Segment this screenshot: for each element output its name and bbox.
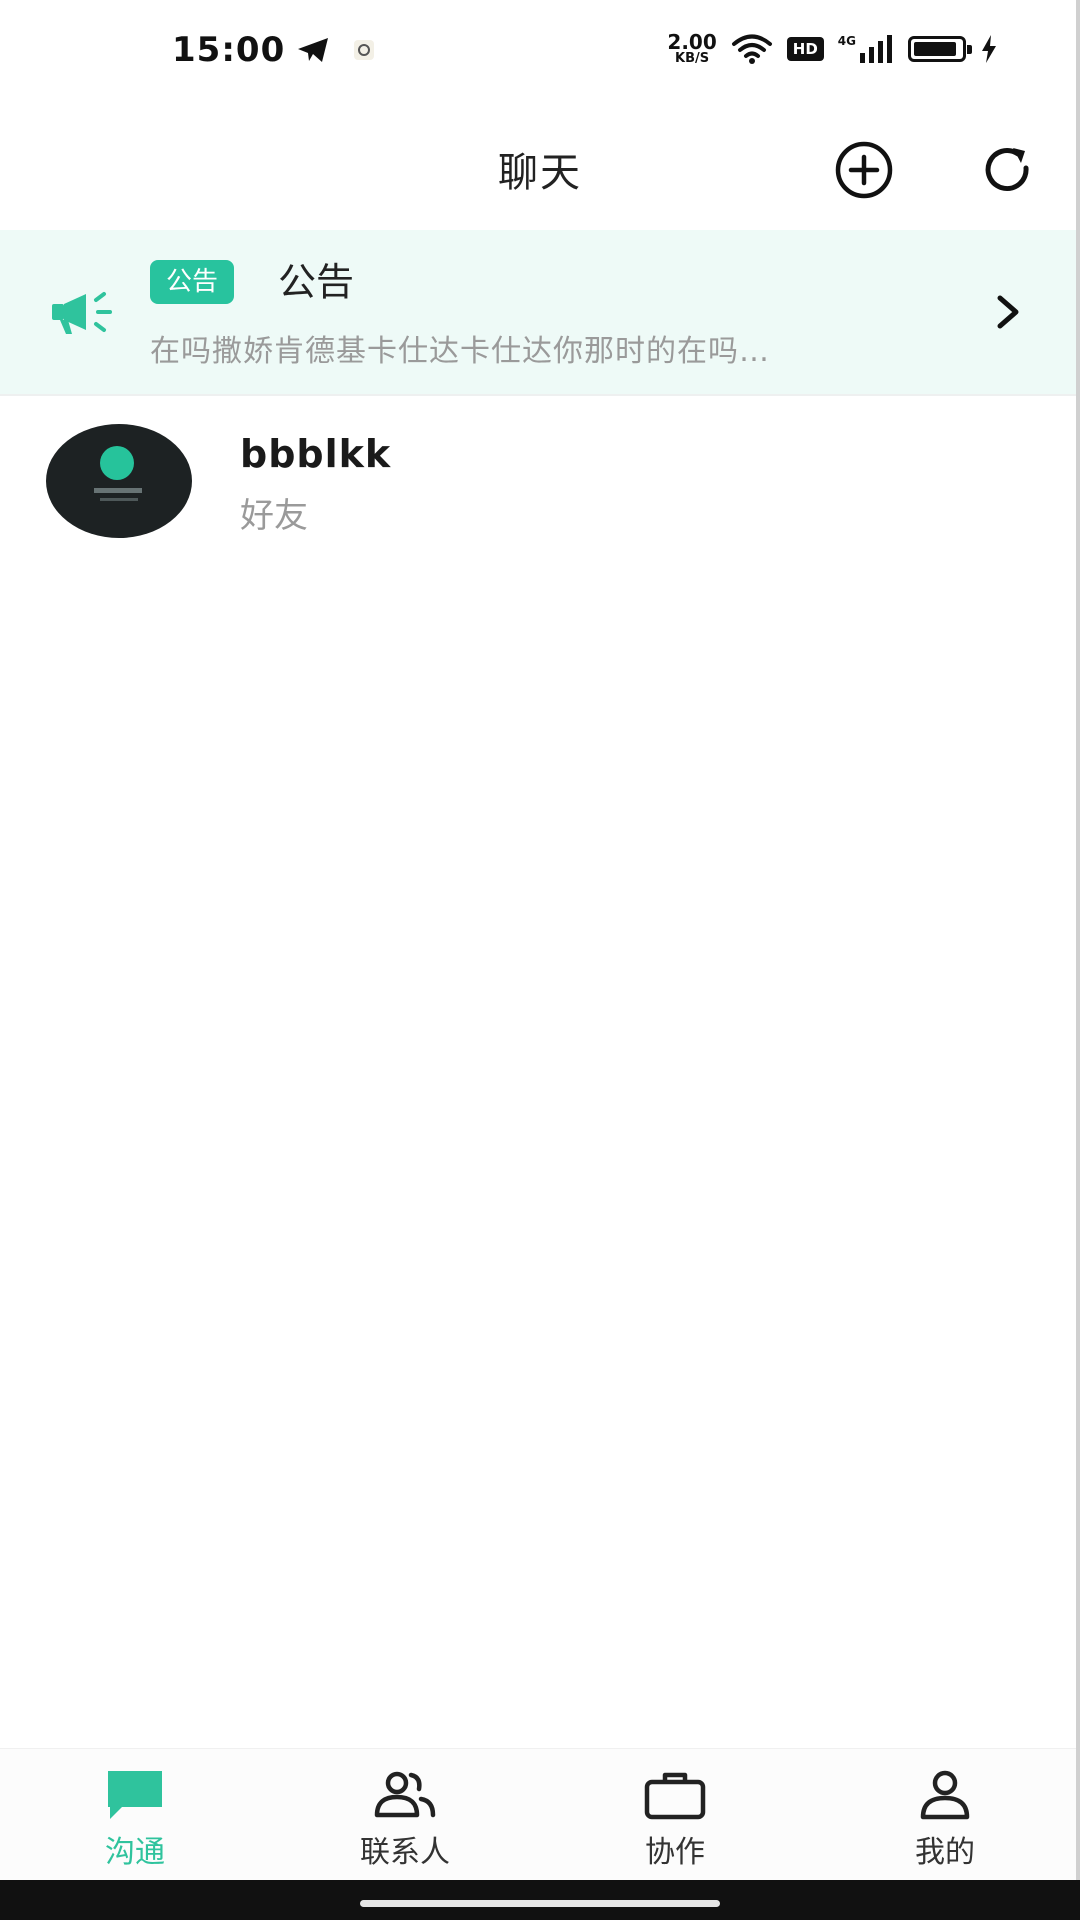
chat-bubble-icon (108, 1771, 162, 1819)
bottom-navigation: 沟通 联系人 协作 我的 (0, 1748, 1080, 1880)
home-indicator[interactable] (360, 1900, 720, 1907)
chat-name: bbblkk (240, 432, 392, 476)
add-button[interactable] (828, 134, 900, 206)
signal-bars-icon (860, 34, 892, 63)
page-title: 聊天 (498, 150, 582, 196)
chevron-right-icon (997, 295, 1019, 329)
status-bar: 15:00 2.00 KB/S HD 4G (0, 0, 1080, 108)
announcement-banner[interactable]: 公告 公告 在吗撒娇肯德基卡仕达卡仕达你那时的在吗… (0, 230, 1080, 394)
gesture-navigation-area (0, 1880, 1080, 1920)
nav-label-me: 我的 (915, 1835, 975, 1870)
status-system-icons: 2.00 KB/S HD 4G (667, 32, 998, 65)
plus-circle-icon (835, 141, 893, 199)
notification-app-icon (354, 40, 374, 60)
announcement-text: 在吗撒娇肯德基卡仕达卡仕达你那时的在吗… (150, 334, 770, 369)
announcement-title: 公告 (278, 260, 355, 304)
nav-label-contacts: 联系人 (360, 1835, 450, 1870)
chat-screen: 15:00 2.00 KB/S HD 4G 聊天 公告 公告 在吗撒娇肯德基卡仕… (0, 0, 1080, 1920)
announcement-badge: 公告 (150, 260, 235, 304)
nav-label-chat: 沟通 (105, 1835, 165, 1870)
hd-badge: HD (786, 36, 824, 61)
briefcase-icon (644, 1772, 706, 1820)
status-time: 15:00 (172, 30, 286, 70)
nav-item-chat[interactable]: 沟通 (0, 1749, 270, 1880)
user-icon (920, 1770, 970, 1820)
cellular-signal: 4G (838, 34, 894, 63)
refresh-icon (985, 148, 1029, 192)
avatar (46, 424, 192, 538)
battery-icon (908, 35, 972, 62)
nav-item-contacts[interactable]: 联系人 (270, 1749, 540, 1880)
telegram-icon (298, 38, 328, 62)
megaphone-icon (52, 292, 112, 334)
nav-item-collaboration[interactable]: 协作 (540, 1749, 810, 1880)
top-app-bar: 聊天 (0, 108, 1080, 230)
refresh-button[interactable] (972, 134, 1044, 206)
status-notification-icons (296, 36, 376, 64)
chat-subtitle: 好友 (240, 496, 308, 536)
network-speed: 2.00 KB/S (667, 30, 717, 66)
contacts-icon (374, 1771, 436, 1818)
nav-item-me[interactable]: 我的 (810, 1749, 1080, 1880)
nav-label-collaboration: 协作 (645, 1835, 705, 1870)
charging-bolt-icon (982, 34, 996, 63)
chat-list-item[interactable]: bbblkk 好友 (0, 396, 1080, 556)
wifi-icon (731, 34, 772, 64)
